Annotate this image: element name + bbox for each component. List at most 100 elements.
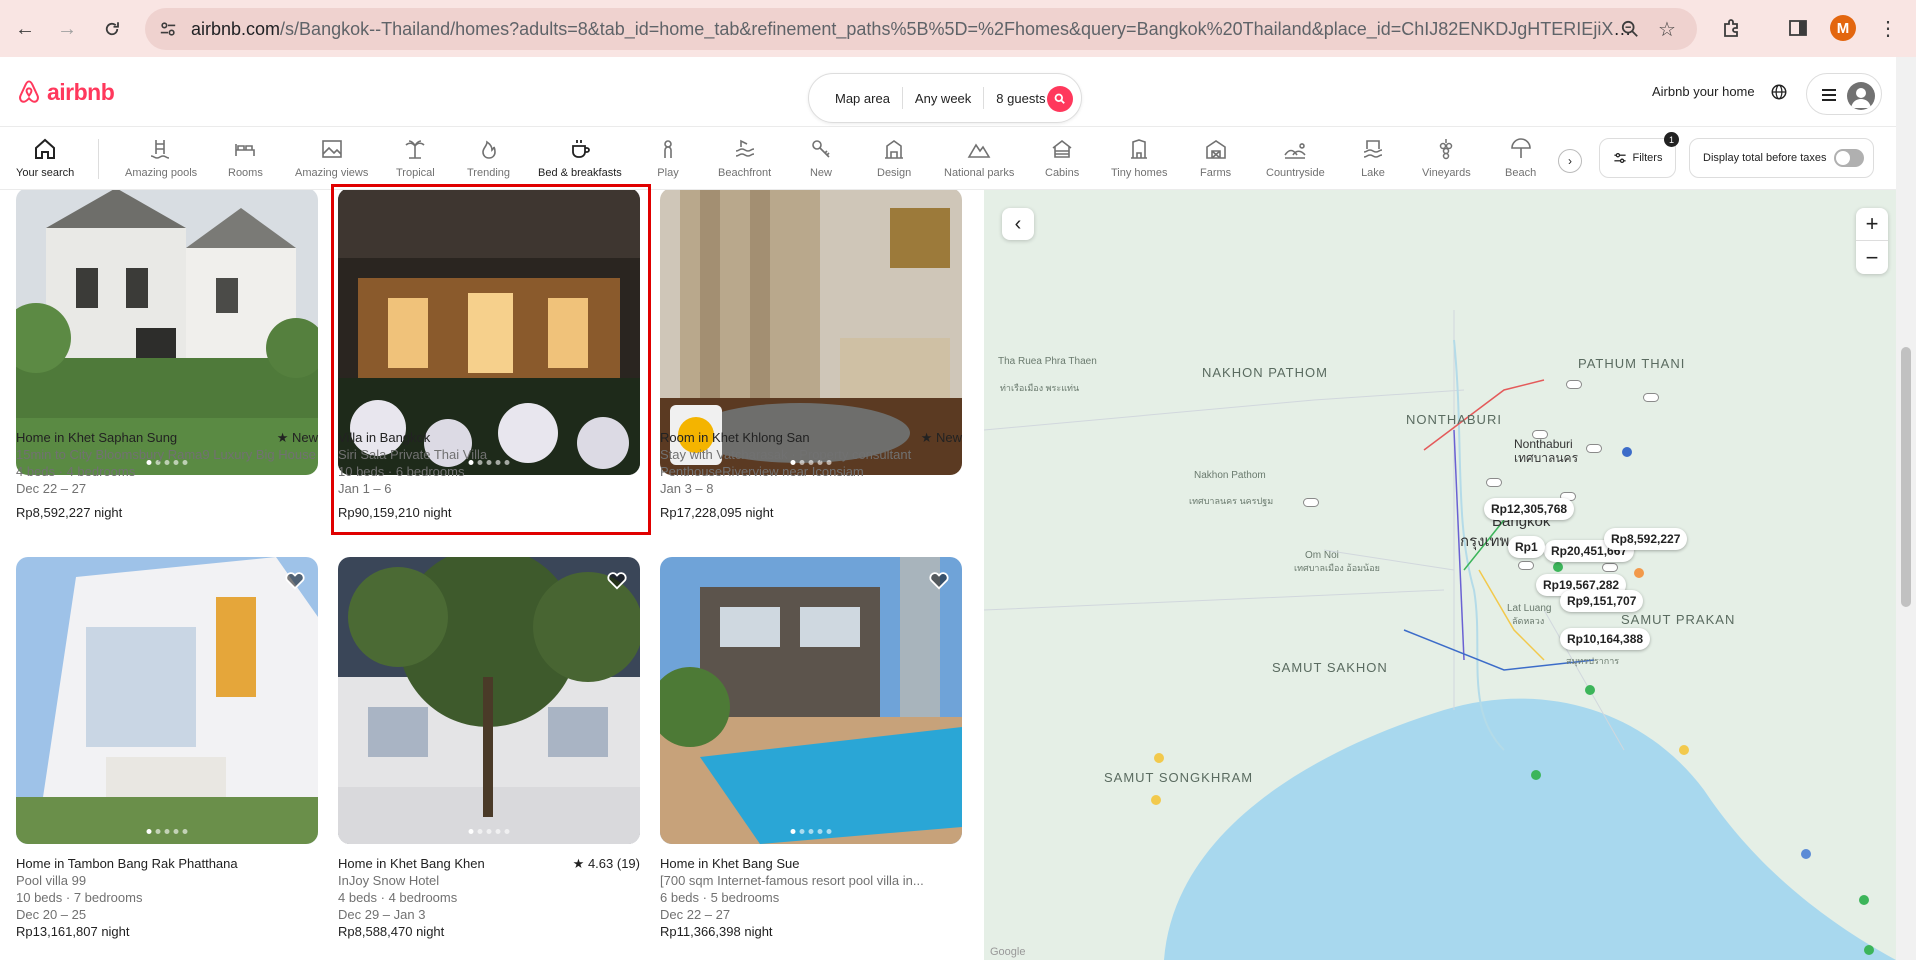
map-price-pin[interactable]: Rp1 [1508,536,1545,558]
listing-card[interactable]: Home in Khet Saphan Sung ★ New 15min to … [16,190,318,520]
listing-price[interactable]: Rp17,228,095 night [660,505,774,520]
map-canvas[interactable] [984,190,1896,960]
flame-icon [481,140,496,159]
map-marker-dot[interactable] [1566,380,1582,389]
heart-icon[interactable] [928,569,950,591]
category-cabins[interactable]: Cabins [1045,137,1079,179]
category-beach[interactable]: Beach [1505,137,1536,179]
listing-card[interactable]: Home in Khet Bang Khen ★ 4.63 (19) InJoy… [338,557,640,939]
bookmark-star-icon[interactable]: ☆ [1656,18,1678,41]
category-trending[interactable]: Trending [467,137,510,179]
price-unit: night [744,924,773,939]
category-amazing-pools[interactable]: Amazing pools [125,137,197,179]
category-label: Play [657,167,679,179]
listing-card[interactable]: Home in Tambon Bang Rak Phatthana Pool v… [16,557,318,939]
map-price-pin[interactable]: Rp8,592,227 [1604,528,1688,550]
category-national-parks[interactable]: National parks [944,137,1014,179]
star-icon: ★ [276,430,289,445]
listing-price[interactable]: Rp8,588,470 night [338,924,444,939]
url-text[interactable]: airbnb.com/s/Bangkok--Thailand/homes?adu… [191,19,1641,40]
category-your-search[interactable]: Your search [16,137,75,192]
category-beachfront[interactable]: Beachfront [718,137,771,179]
price-value: Rp8,592,227 [16,505,91,520]
rating-text: New [291,430,318,445]
listing-title: Home in Khet Bang Sue [660,856,800,871]
photo-carousel-dots[interactable] [468,829,510,834]
zoom-icon[interactable] [1619,18,1641,40]
map-marker-dot[interactable] [1586,444,1602,453]
category-vineyards[interactable]: Vineyards [1422,137,1471,179]
listing-title: Room in Khet Khlong San [660,430,810,445]
map-marker-dot[interactable] [1643,393,1659,402]
map-price-pin[interactable]: Rp9,151,707 [1560,590,1644,612]
profile-avatar[interactable]: M [1830,15,1856,41]
photo-carousel-dots[interactable] [790,829,832,834]
category-countryside[interactable]: Countryside [1266,137,1325,179]
star-icon: ★ [920,430,933,445]
category-farms[interactable]: Farms [1200,137,1231,179]
listing-beds: 6 beds · 5 bedrooms [660,890,780,905]
zoom-out-button[interactable]: − [1856,241,1888,274]
listing-beds: PenthouseRiverview near Iconsiam [660,464,864,479]
listing-photo[interactable] [338,557,640,844]
back-arrow-icon[interactable]: ← [10,14,40,44]
search-location[interactable]: Map area [823,91,902,106]
category-new[interactable]: New [809,137,833,179]
browser-toolbar: ← → airbnb.com/s/Bangkok--Thailand/homes… [0,0,1916,57]
map-marker-dot[interactable] [1518,561,1534,570]
category-rooms[interactable]: Rooms [228,137,263,179]
listing-price[interactable]: Rp11,366,398 night [660,924,773,939]
scrollbar-thumb[interactable] [1901,347,1911,607]
airbnb-logo[interactable]: airbnb [16,78,115,106]
search-button[interactable] [1047,86,1073,112]
user-menu-button[interactable] [1806,73,1882,115]
extensions-icon[interactable] [1721,17,1743,39]
hills-icon [1284,143,1306,159]
listing-price[interactable]: Rp13,161,807 night [16,924,130,939]
map-panel[interactable]: ‹ + − NAKHON PATHOM PATHUM THANI NONTHAB… [984,190,1896,960]
listing-photo[interactable] [16,557,318,844]
listing-rating: ★ New [921,430,962,446]
category-lake[interactable]: Lake [1361,137,1385,179]
heart-icon[interactable] [284,569,306,591]
forward-arrow-icon[interactable]: → [52,14,82,44]
listing-price[interactable]: Rp8,592,227 night [16,505,122,520]
airbnb-your-home-link[interactable]: Airbnb your home [1652,84,1755,99]
address-bar[interactable]: airbnb.com/s/Bangkok--Thailand/homes?adu… [145,8,1697,50]
category-bed-breakfasts[interactable]: Bed & breakfasts [538,137,622,192]
side-panel-icon[interactable] [1787,17,1809,39]
map-marker-dot[interactable] [1303,498,1319,507]
price-unit: night [101,924,130,939]
site-settings-icon[interactable] [159,20,177,38]
rating-text: New [935,430,962,445]
map-price-pin[interactable]: Rp12,305,768 [1484,498,1575,520]
category-tiny-homes[interactable]: Tiny homes [1111,137,1167,179]
category-tropical[interactable]: Tropical [396,137,435,179]
map-price-pin[interactable]: Rp10,164,388 [1560,628,1651,650]
map-marker-dot[interactable] [1602,563,1618,572]
filters-button[interactable]: Filters [1599,138,1676,178]
photo-carousel-dots[interactable] [146,829,188,834]
collapse-map-button[interactable]: ‹ [1002,208,1034,240]
category-design[interactable]: Design [877,137,911,179]
listing-dates: Dec 29 – Jan 3 [338,907,426,922]
listing-card[interactable]: Home in Khet Bang Sue [700 sqm Internet-… [660,557,962,939]
globe-icon[interactable] [1770,83,1788,101]
zoom-in-button[interactable]: + [1856,208,1888,241]
reload-icon[interactable] [97,14,127,44]
kebab-menu-icon[interactable]: ⋮ [1877,17,1899,40]
category-play[interactable]: Play [656,137,680,179]
map-marker-dot[interactable] [1486,478,1502,487]
category-amazing-views[interactable]: Amazing views [295,137,368,179]
chevron-right-icon[interactable]: › [1558,149,1582,173]
display-total-toggle-box[interactable]: Display total before taxes [1689,138,1874,178]
page-scrollbar[interactable] [1896,57,1916,960]
heart-icon[interactable] [606,569,628,591]
mountain-icon [967,143,991,158]
search-bar[interactable]: Map area Any week 8 guests [808,73,1082,123]
listing-photo[interactable] [660,557,962,844]
display-total-switch[interactable] [1834,149,1864,167]
listing-card[interactable]: Room in Khet Khlong San ★ New Stay with … [660,190,962,520]
map-marker-dot[interactable] [1532,430,1548,439]
search-dates[interactable]: Any week [903,91,983,106]
